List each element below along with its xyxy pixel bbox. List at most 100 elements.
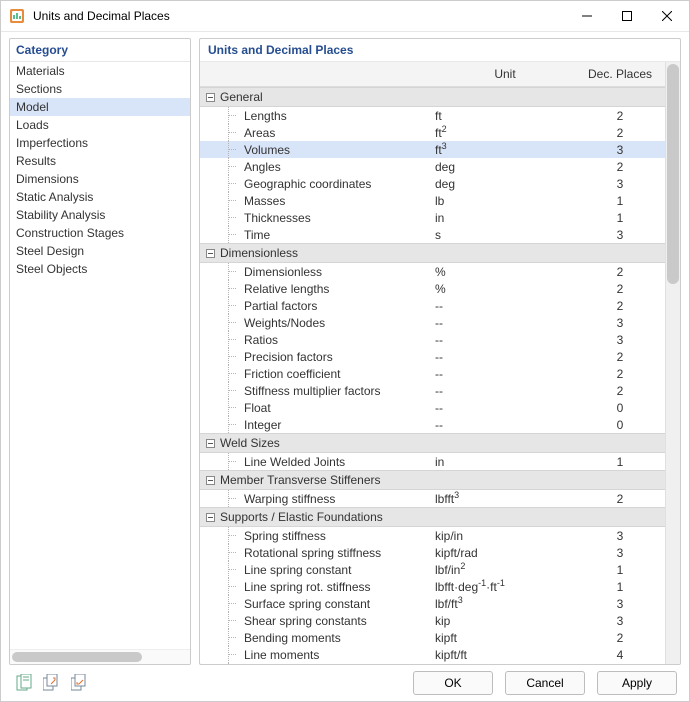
row-dec-places[interactable]: 0 [575, 401, 665, 415]
grid-row[interactable]: Times3 [200, 226, 665, 243]
grid-row[interactable]: Anglesdeg2 [200, 158, 665, 175]
row-dec-places[interactable]: 3 [575, 529, 665, 543]
group-supports-elastic-foundations[interactable]: Supports / Elastic Foundations [200, 507, 665, 527]
grid-row[interactable]: Line spring constantlbf/in21 [200, 561, 665, 578]
row-unit[interactable]: kipft/ft [435, 648, 575, 662]
grid-row[interactable]: Geographic coordinatesdeg3 [200, 175, 665, 192]
grid-row[interactable]: Thicknessesin1 [200, 209, 665, 226]
row-dec-places[interactable]: 3 [575, 143, 665, 157]
row-dec-places[interactable]: 2 [575, 631, 665, 645]
grid-row[interactable]: Float--0 [200, 399, 665, 416]
cancel-button[interactable]: Cancel [505, 671, 585, 695]
category-list[interactable]: MaterialsSectionsModelLoadsImperfections… [10, 62, 190, 649]
row-unit[interactable]: in [435, 455, 575, 469]
sidebar-item-stability-analysis[interactable]: Stability Analysis [10, 206, 190, 224]
row-unit[interactable]: ft2 [435, 126, 575, 140]
grid-row[interactable]: Spring stiffnesskip/in3 [200, 527, 665, 544]
grid-row[interactable]: Warping stiffnesslbfft32 [200, 490, 665, 507]
grid-row[interactable]: Volumesft33 [200, 141, 665, 158]
row-dec-places[interactable]: 2 [575, 350, 665, 364]
row-unit[interactable]: -- [435, 333, 575, 347]
row-unit[interactable]: kipft [435, 631, 575, 645]
grid-row[interactable]: Areasft22 [200, 124, 665, 141]
row-unit[interactable]: ft3 [435, 143, 575, 157]
sidebar-item-dimensions[interactable]: Dimensions [10, 170, 190, 188]
apply-button[interactable]: Apply [597, 671, 677, 695]
grid-row[interactable]: Rotational spring stiffnesskipft/rad3 [200, 544, 665, 561]
grid-row[interactable]: Masseslb1 [200, 192, 665, 209]
row-dec-places[interactable]: 3 [575, 316, 665, 330]
row-dec-places[interactable]: 2 [575, 265, 665, 279]
row-dec-places[interactable]: 3 [575, 614, 665, 628]
grid-row[interactable]: Line Welded Jointsin1 [200, 453, 665, 470]
row-unit[interactable]: % [435, 265, 575, 279]
row-dec-places[interactable]: 2 [575, 282, 665, 296]
sidebar-item-loads[interactable]: Loads [10, 116, 190, 134]
row-unit[interactable]: -- [435, 367, 575, 381]
row-unit[interactable]: lb [435, 194, 575, 208]
minimize-button[interactable] [567, 2, 607, 30]
grid-row[interactable]: Weights/Nodes--3 [200, 314, 665, 331]
close-button[interactable] [647, 2, 687, 30]
grid-vertical-scrollbar[interactable] [665, 62, 680, 664]
row-unit[interactable]: ft [435, 109, 575, 123]
row-dec-places[interactable]: 2 [575, 299, 665, 313]
row-unit[interactable]: -- [435, 316, 575, 330]
row-dec-places[interactable]: 1 [575, 194, 665, 208]
sidebar-item-sections[interactable]: Sections [10, 80, 190, 98]
row-unit[interactable]: -- [435, 299, 575, 313]
footer-tool-icon-1[interactable] [13, 672, 35, 694]
row-unit[interactable]: kipft/rad [435, 546, 575, 560]
units-grid[interactable]: Unit Dec. Places GeneralLengthsft2Areasf… [200, 62, 665, 664]
row-unit[interactable]: -- [435, 384, 575, 398]
maximize-button[interactable] [607, 2, 647, 30]
row-unit[interactable]: s [435, 228, 575, 242]
sidebar-item-model[interactable]: Model [10, 98, 190, 116]
grid-row[interactable]: Mass per unit arealb/ft22 [200, 663, 665, 664]
grid-row[interactable]: Friction coefficient--2 [200, 365, 665, 382]
row-dec-places[interactable]: 1 [575, 211, 665, 225]
group-member-transverse-stiffeners[interactable]: Member Transverse Stiffeners [200, 470, 665, 490]
row-dec-places[interactable]: 3 [575, 333, 665, 347]
grid-row[interactable]: Line spring rot. stiffnesslbfft·deg-1·ft… [200, 578, 665, 595]
sidebar-item-construction-stages[interactable]: Construction Stages [10, 224, 190, 242]
row-dec-places[interactable]: 2 [575, 109, 665, 123]
grid-row[interactable]: Relative lengths%2 [200, 280, 665, 297]
sidebar-horizontal-scrollbar[interactable] [10, 649, 190, 664]
collapse-icon[interactable] [200, 471, 220, 489]
row-dec-places[interactable]: 2 [575, 367, 665, 381]
sidebar-item-imperfections[interactable]: Imperfections [10, 134, 190, 152]
group-dimensionless[interactable]: Dimensionless [200, 243, 665, 263]
grid-row[interactable]: Dimensionless%2 [200, 263, 665, 280]
row-dec-places[interactable]: 3 [575, 228, 665, 242]
row-unit[interactable]: -- [435, 350, 575, 364]
group-general[interactable]: General [200, 87, 665, 107]
footer-tool-icon-2[interactable] [41, 672, 63, 694]
row-dec-places[interactable]: 1 [575, 580, 665, 594]
row-dec-places[interactable]: 4 [575, 648, 665, 662]
row-unit[interactable]: lbf/ft3 [435, 597, 575, 611]
row-unit[interactable]: in [435, 211, 575, 225]
row-unit[interactable]: -- [435, 401, 575, 415]
row-dec-places[interactable]: 1 [575, 563, 665, 577]
sidebar-item-materials[interactable]: Materials [10, 62, 190, 80]
ok-button[interactable]: OK [413, 671, 493, 695]
row-unit[interactable]: kip/in [435, 529, 575, 543]
row-dec-places[interactable]: 3 [575, 546, 665, 560]
row-dec-places[interactable]: 3 [575, 597, 665, 611]
row-unit[interactable]: lbfft·deg-1·ft-1 [435, 580, 575, 594]
grid-row[interactable]: Lengthsft2 [200, 107, 665, 124]
row-unit[interactable]: lbfft3 [435, 492, 575, 506]
grid-row[interactable]: Stiffness multiplier factors--2 [200, 382, 665, 399]
collapse-icon[interactable] [200, 434, 220, 452]
row-unit[interactable]: deg [435, 177, 575, 191]
row-unit[interactable]: lbf/in2 [435, 563, 575, 577]
group-weld-sizes[interactable]: Weld Sizes [200, 433, 665, 453]
row-dec-places[interactable]: 0 [575, 418, 665, 432]
row-dec-places[interactable]: 2 [575, 384, 665, 398]
grid-row[interactable]: Ratios--3 [200, 331, 665, 348]
grid-row[interactable]: Partial factors--2 [200, 297, 665, 314]
grid-row[interactable]: Surface spring constantlbf/ft33 [200, 595, 665, 612]
grid-row[interactable]: Integer--0 [200, 416, 665, 433]
sidebar-item-results[interactable]: Results [10, 152, 190, 170]
